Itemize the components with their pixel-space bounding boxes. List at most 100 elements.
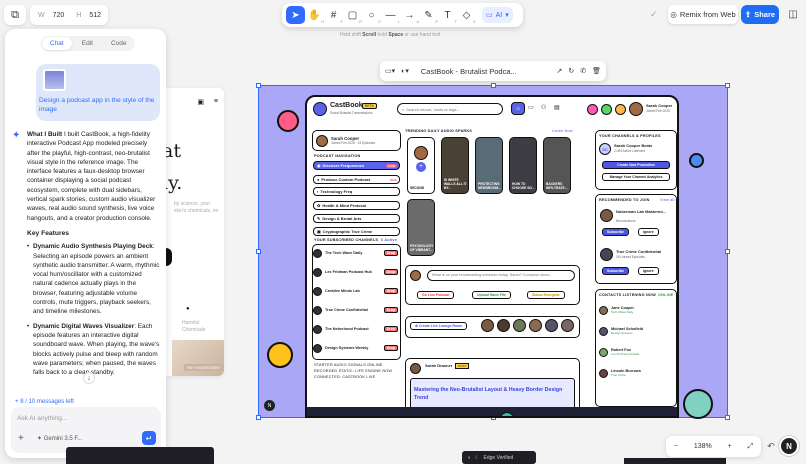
compose-input[interactable]: What is on your broadcasting schedule to… (427, 270, 575, 281)
hand-icon[interactable]: ✋ H (305, 6, 324, 25)
gemini-icon: ✦ (37, 436, 43, 442)
nav-produce[interactable]: ● Produce Custom Podcast NEW (313, 175, 400, 184)
spark-card[interactable]: BACKERS INFILTRATE... (543, 137, 571, 194)
undo-icon[interactable]: ↶ (763, 437, 779, 456)
refresh-icon[interactable]: ↻ (568, 67, 574, 75)
remix-button[interactable]: ◎ Remix from Web (668, 5, 738, 24)
sparks-more[interactable]: Listen Now (552, 129, 573, 133)
resize-handle[interactable] (256, 415, 261, 420)
contact-item[interactable]: Jane Cooper Tech Wave Daily (599, 304, 675, 316)
upload-button[interactable]: Upload Wave File (472, 291, 511, 299)
list-item[interactable]: Lex Fridman Podcast Hub Drop (313, 266, 400, 278)
resize-handle[interactable] (491, 83, 496, 88)
open-external-icon[interactable]: ↗ (556, 67, 562, 75)
list-item[interactable]: The Tech Wave Daily Drop (313, 247, 400, 259)
room-avatar[interactable] (513, 319, 526, 332)
add-icon[interactable] (587, 104, 598, 115)
room-avatar[interactable] (561, 319, 574, 332)
text-icon[interactable]: TT (438, 6, 457, 25)
home-icon[interactable]: ⌂ (511, 102, 525, 115)
device-icon[interactable]: ▭▾ (385, 67, 395, 75)
spark-card[interactable]: + SECOND (407, 137, 435, 194)
profile-sub: Joined Feb 2025 · 24 Episodes (331, 141, 376, 145)
right-panel-toggle-icon[interactable]: ◫ (784, 5, 802, 24)
room-avatar[interactable] (497, 319, 510, 332)
ignore-button[interactable]: Ignore (638, 228, 659, 236)
people-icon[interactable]: ⚇ (541, 104, 546, 111)
contact-item[interactable]: Robert Fox Lex Fridman Podcast (599, 346, 675, 358)
spark-card[interactable]: PSYCHOLOGY OF VIBRANT... (407, 199, 435, 256)
manage-analytics-button[interactable]: Manage Your Channel Analytics (602, 173, 670, 181)
spark-card[interactable]: HOW TO CHOOSE SO... (509, 137, 537, 194)
subscribe-button[interactable]: Subscribe (602, 267, 629, 275)
mic-icon[interactable] (601, 104, 612, 115)
search-input[interactable]: ⌕ Search shows, hosts or tags... (397, 103, 503, 115)
resize-handle[interactable] (725, 83, 730, 88)
zoom-in-icon[interactable]: + (728, 443, 732, 450)
subscribe-button[interactable]: Subscribe (602, 228, 629, 236)
height-value[interactable]: 512 (89, 12, 101, 19)
palette-icon[interactable]: ◐▾ (401, 67, 409, 75)
list-item[interactable]: The Neberhood Podcast Drop (313, 323, 400, 335)
cursor-icon[interactable]: ➤ V (286, 6, 305, 24)
avatar[interactable] (629, 102, 643, 116)
pen-icon[interactable]: ✎ P (419, 6, 438, 25)
resize-handle[interactable] (725, 415, 730, 420)
go-live-button[interactable]: Go Live Podcast (417, 291, 455, 299)
panel-toggle-icon[interactable]: ⧉ (4, 5, 26, 25)
contact-item[interactable]: Lincoln Burrows True Crime (599, 367, 675, 379)
list-item[interactable]: Creative Minds Lab Drop (313, 285, 400, 297)
model-selector[interactable]: ✦ Gemini 3.5 F... (37, 435, 82, 442)
resize-handle[interactable] (725, 249, 730, 254)
create-room-button[interactable]: ⊕ Create Live Lounge Room (410, 322, 468, 330)
reference-image-thumbnail[interactable] (43, 69, 66, 91)
folder-icon[interactable]: ▭ (528, 104, 534, 111)
ai-toggle[interactable]: ▭ AI ▾ (482, 7, 513, 23)
room-avatar[interactable] (545, 319, 558, 332)
user-avatar-button[interactable]: N (779, 436, 799, 456)
fit-screen-icon[interactable]: ⤢ (747, 443, 753, 451)
spark-card[interactable]: PROTECTING NEWSROOM... (475, 137, 503, 194)
store-icon[interactable]: ▤ (554, 104, 560, 111)
line-icon[interactable]: — L (381, 6, 401, 25)
profile-card[interactable]: Sarah Cooper Joined Feb 2025 · 24 Episode… (312, 130, 401, 151)
create-promotion-button[interactable]: Create New Promotion (602, 161, 670, 169)
recommended-sub: Neuroscience (616, 219, 636, 223)
list-item[interactable]: True Crime Confidential Drop (313, 304, 400, 316)
zoom-level[interactable]: 138% (694, 443, 712, 450)
spark-card[interactable]: IS WHITE WALLS ALL IT BY... (441, 137, 469, 194)
attach-icon[interactable]: + (18, 433, 24, 444)
arrow-icon[interactable]: → A (400, 6, 420, 25)
share-button[interactable]: ⇪ Share (741, 5, 779, 24)
room-avatar[interactable] (481, 319, 494, 332)
rectangle-icon[interactable]: ▢ R (343, 6, 362, 25)
list-item[interactable]: Design Systems Weekly Drop (313, 342, 400, 354)
post-title[interactable]: Mastering the Neo-Brutalist Layout & Hea… (414, 386, 564, 402)
nav-crypto[interactable]: ▣ Cryptographic True Crime (313, 227, 400, 236)
room-avatar[interactable] (529, 319, 542, 332)
send-button[interactable]: ↵ (142, 431, 156, 445)
bell-icon[interactable] (615, 104, 626, 115)
zoom-out-icon[interactable]: − (674, 443, 678, 450)
contact-item[interactable]: Michael Schofield Design Systems (599, 325, 675, 337)
status-button[interactable]: Status Energetic (527, 291, 565, 299)
phone-icon[interactable]: ✆ (580, 67, 586, 75)
frame-icon[interactable]: # F (324, 6, 343, 25)
nav-discover[interactable]: ◉ Discover Frequencies LIVE (313, 161, 400, 170)
width-value[interactable]: 720 (53, 12, 65, 19)
frame-dimensions[interactable]: W 720 H 512 (30, 5, 108, 25)
ignore-button[interactable]: Ignore (638, 267, 659, 275)
ellipse-icon[interactable]: ○ O (362, 6, 381, 25)
nav-design[interactable]: ✎ Design & Brutal Arts (313, 214, 400, 223)
nav-technology[interactable]: ▪ Technology Freq (313, 187, 400, 196)
recommended-more[interactable]: View all (660, 198, 675, 202)
tab-chat[interactable]: Chat (42, 37, 72, 50)
resize-handle[interactable] (256, 249, 261, 254)
tab-code[interactable]: Code (103, 37, 135, 50)
delete-icon[interactable]: 🗑 (592, 67, 601, 75)
resize-handle[interactable] (256, 83, 261, 88)
scroll-down-icon[interactable]: ↓ (83, 372, 95, 384)
nav-health[interactable]: ✿ Health & Mind Protocol (313, 201, 400, 210)
tab-edit[interactable]: Edit (74, 37, 101, 50)
eraser-icon[interactable]: ◇ E (457, 6, 476, 25)
